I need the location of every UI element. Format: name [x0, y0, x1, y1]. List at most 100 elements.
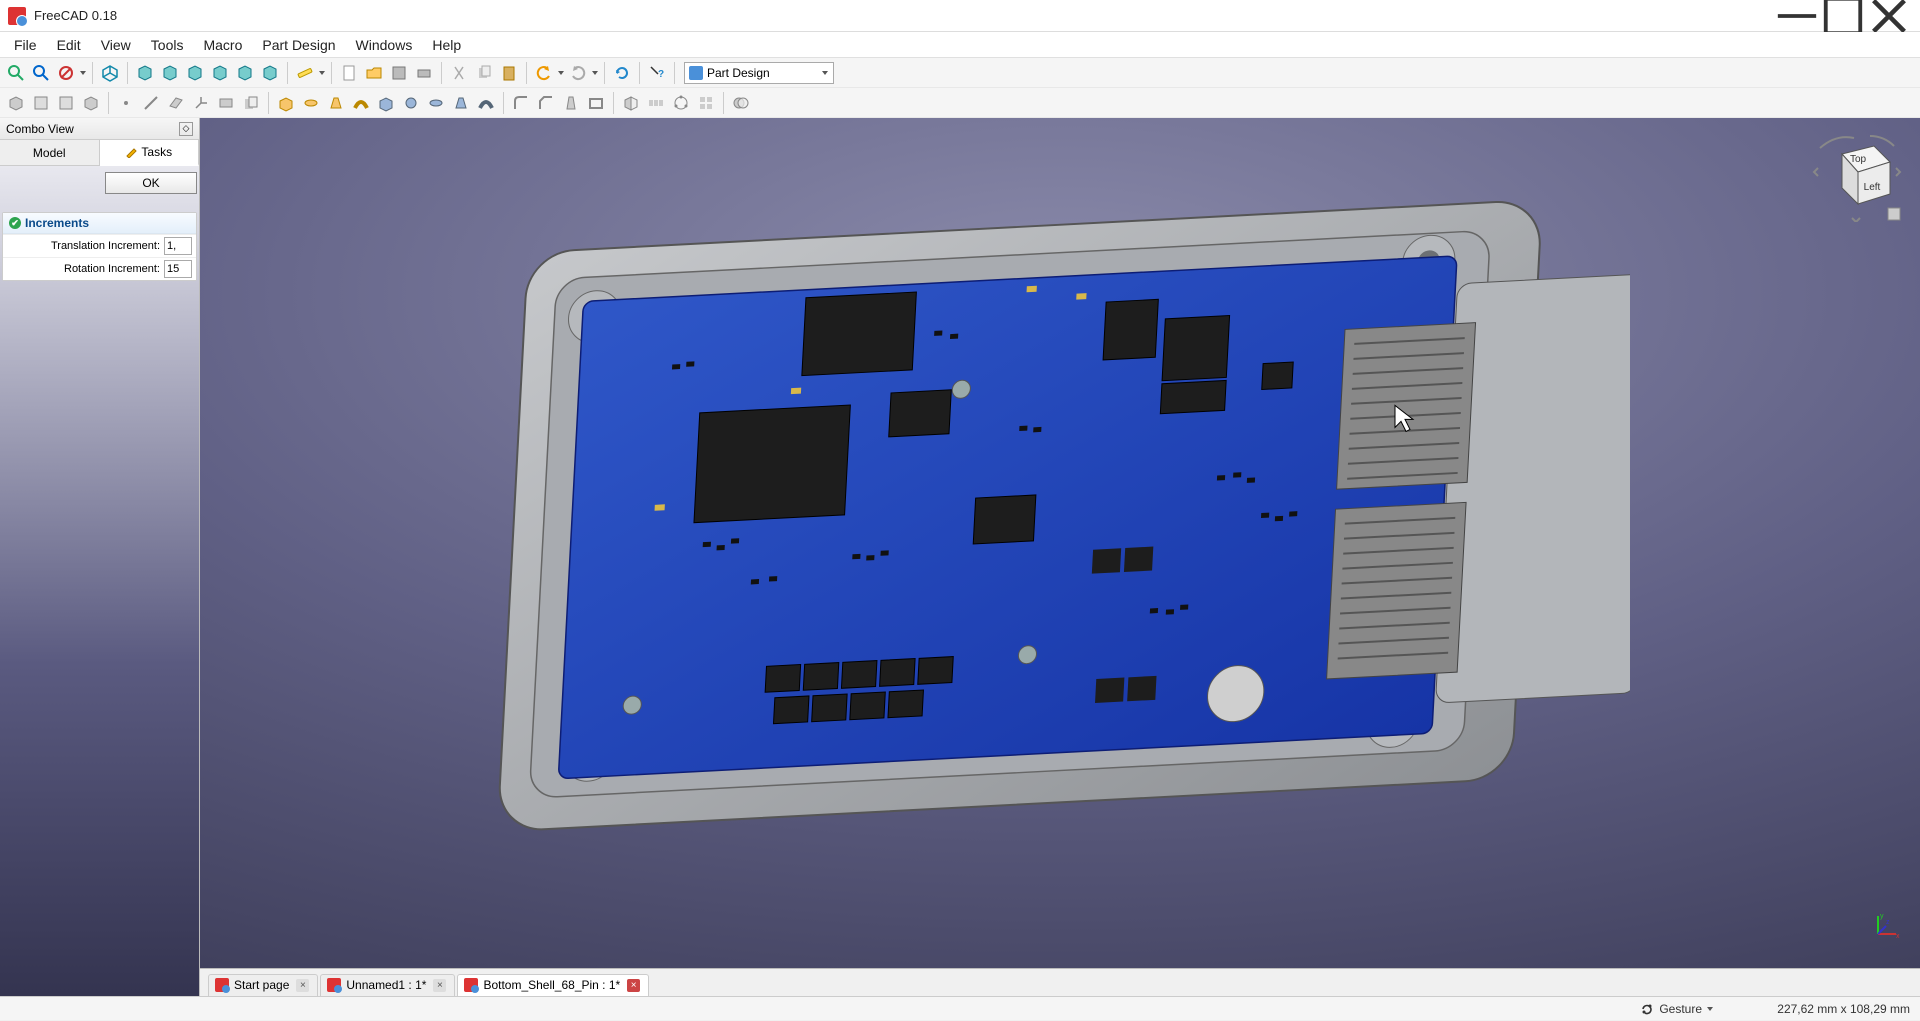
clone-icon[interactable]: [239, 91, 263, 115]
bottom-view-icon[interactable]: [233, 61, 257, 85]
menu-part-design[interactable]: Part Design: [252, 35, 345, 55]
isometric-view-icon[interactable]: [98, 61, 122, 85]
workbench-icon: [689, 66, 703, 80]
doctab-unnamed1[interactable]: Unnamed1 : 1* ×: [320, 974, 455, 996]
create-body-icon[interactable]: [4, 91, 28, 115]
top-view-icon[interactable]: [158, 61, 182, 85]
doctab-start-page[interactable]: Start page ×: [208, 974, 318, 996]
datum-line-icon[interactable]: [139, 91, 163, 115]
map-sketch-icon[interactable]: [79, 91, 103, 115]
navigation-cube[interactable]: Top Left: [1812, 132, 1902, 222]
close-button[interactable]: [1866, 0, 1912, 32]
mirror-icon[interactable]: [619, 91, 643, 115]
ok-button[interactable]: OK: [105, 172, 197, 194]
new-doc-icon[interactable]: [337, 61, 361, 85]
doctab-label: Start page: [234, 978, 289, 992]
redo-dropdown[interactable]: [591, 61, 599, 85]
undo-dropdown[interactable]: [557, 61, 565, 85]
linear-pattern-icon[interactable]: [644, 91, 668, 115]
measure-icon[interactable]: [293, 61, 317, 85]
multi-transform-icon[interactable]: [694, 91, 718, 115]
rotation-label: Rotation Increment:: [7, 263, 164, 275]
boolean-icon[interactable]: [729, 91, 753, 115]
panel-undock-icon[interactable]: ◇: [179, 122, 193, 136]
rear-view-icon[interactable]: [208, 61, 232, 85]
toolbar-separator: [503, 92, 504, 114]
thickness-icon[interactable]: [584, 91, 608, 115]
fit-selection-icon[interactable]: [29, 61, 53, 85]
doctab-close-icon[interactable]: ×: [627, 979, 640, 992]
navigation-style-selector[interactable]: Gesture: [1633, 997, 1720, 1021]
print-icon[interactable]: [412, 61, 436, 85]
menu-view[interactable]: View: [91, 35, 141, 55]
create-sketch-icon[interactable]: [29, 91, 53, 115]
paste-icon[interactable]: [497, 61, 521, 85]
datum-cs-icon[interactable]: [189, 91, 213, 115]
doctab-bottom-shell[interactable]: Bottom_Shell_68_Pin : 1* ×: [457, 974, 649, 996]
measure-dropdown[interactable]: [318, 61, 326, 85]
refresh-icon[interactable]: [610, 61, 634, 85]
menu-bar: File Edit View Tools Macro Part Design W…: [0, 32, 1920, 58]
sub-loft-icon[interactable]: [449, 91, 473, 115]
svg-text:x: x: [1896, 933, 1900, 940]
translation-input[interactable]: [164, 237, 192, 255]
edit-sketch-icon[interactable]: [54, 91, 78, 115]
tab-model[interactable]: Model: [0, 140, 100, 165]
polar-pattern-icon[interactable]: [669, 91, 693, 115]
whats-this-icon[interactable]: ?: [645, 61, 669, 85]
menu-help[interactable]: Help: [422, 35, 471, 55]
maximize-button[interactable]: [1820, 0, 1866, 32]
sub-pipe-icon[interactable]: [474, 91, 498, 115]
save-icon[interactable]: [387, 61, 411, 85]
toolbar-separator: [331, 62, 332, 84]
menu-windows[interactable]: Windows: [346, 35, 423, 55]
hole-icon[interactable]: [399, 91, 423, 115]
minimize-button[interactable]: [1774, 0, 1820, 32]
front-view-icon[interactable]: [133, 61, 157, 85]
pipe-icon[interactable]: [349, 91, 373, 115]
tab-tasks[interactable]: Tasks: [100, 140, 200, 166]
menu-edit[interactable]: Edit: [47, 35, 91, 55]
open-icon[interactable]: [362, 61, 386, 85]
datum-plane-icon[interactable]: [164, 91, 188, 115]
redo-icon[interactable]: [566, 61, 590, 85]
groove-icon[interactable]: [424, 91, 448, 115]
navigation-style-label: Gesture: [1659, 1002, 1702, 1016]
doctab-close-icon[interactable]: ×: [433, 979, 446, 992]
pad-icon[interactable]: [274, 91, 298, 115]
tasks-body: OK ✔ Increments Translation Increment: R…: [0, 166, 199, 996]
revolution-icon[interactable]: [299, 91, 323, 115]
right-view-icon[interactable]: [183, 61, 207, 85]
copy-icon[interactable]: [472, 61, 496, 85]
draw-style-icon[interactable]: [54, 61, 78, 85]
datum-point-icon[interactable]: [114, 91, 138, 115]
rotation-input[interactable]: [164, 260, 192, 278]
shape-binder-icon[interactable]: [214, 91, 238, 115]
chamfer-icon[interactable]: [534, 91, 558, 115]
workbench-dropdown[interactable]: [821, 61, 829, 85]
left-view-icon[interactable]: [258, 61, 282, 85]
workbench-selector[interactable]: Part Design: [684, 62, 834, 84]
cut-icon[interactable]: [447, 61, 471, 85]
menu-macro[interactable]: Macro: [193, 35, 252, 55]
increments-header[interactable]: ✔ Increments: [3, 213, 196, 234]
toolbar-separator: [441, 62, 442, 84]
fit-all-icon[interactable]: [4, 61, 28, 85]
draft-icon[interactable]: [559, 91, 583, 115]
menu-tools[interactable]: Tools: [141, 35, 194, 55]
loft-icon[interactable]: [324, 91, 348, 115]
combo-view-title: Combo View: [6, 122, 74, 136]
3d-viewport[interactable]: Top Left y x z Start page × Unnamed1 :: [200, 118, 1920, 996]
undo-icon[interactable]: [532, 61, 556, 85]
doctab-close-icon[interactable]: ×: [296, 979, 309, 992]
fillet-icon[interactable]: [509, 91, 533, 115]
doc-icon: [215, 978, 229, 992]
menu-file[interactable]: File: [4, 35, 47, 55]
draw-style-dropdown[interactable]: [79, 61, 87, 85]
toolbar-separator: [723, 92, 724, 114]
combo-view-header: Combo View ◇: [0, 118, 199, 140]
pocket-icon[interactable]: [374, 91, 398, 115]
doctab-label: Bottom_Shell_68_Pin : 1*: [483, 978, 620, 992]
tab-model-label: Model: [33, 146, 66, 160]
navigation-style-dropdown[interactable]: [1706, 997, 1714, 1021]
